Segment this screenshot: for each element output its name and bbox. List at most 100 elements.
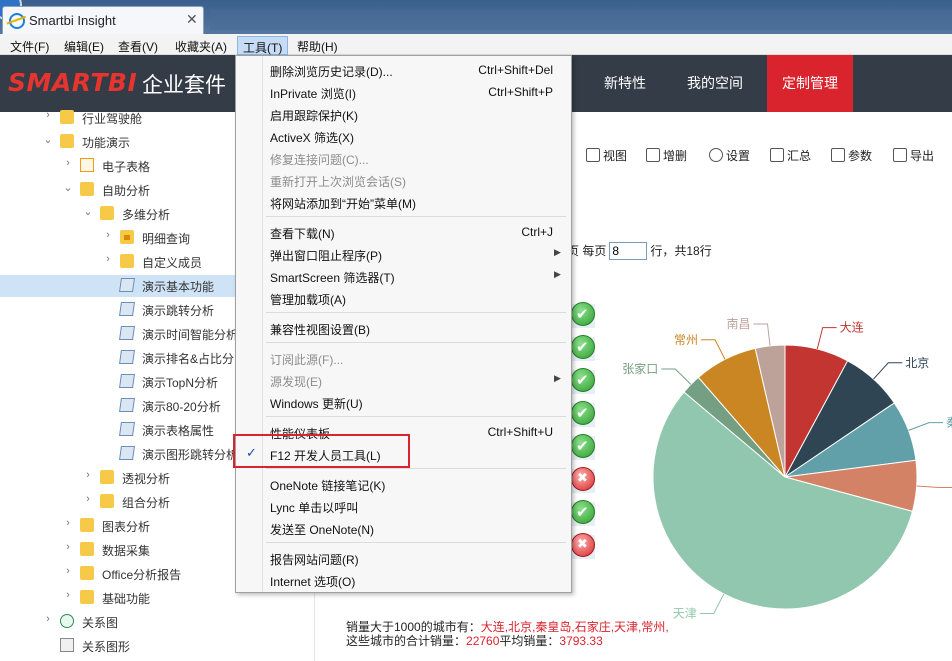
summary-button[interactable]: 汇总 <box>770 147 811 167</box>
menu-item[interactable]: 启用跟踪保护(K) <box>236 103 571 125</box>
tree-node-label: 演示排名&占比分 <box>142 352 235 366</box>
pie-label: 张家口 <box>622 361 658 376</box>
menu-item-label: SmartScreen 筛选器(T) <box>270 271 395 285</box>
nav-custom-management[interactable]: 定制管理 <box>767 55 853 112</box>
cube-icon <box>119 302 135 316</box>
menu-item[interactable]: Internet 选项(O) <box>236 569 571 591</box>
menu-item-label: 管理加载项(A) <box>270 293 346 307</box>
params-icon <box>831 148 845 162</box>
menu-item-label: Lync 单击以呼叫 <box>270 501 359 515</box>
expand-arrow-icon[interactable]: › <box>62 565 74 577</box>
menu-separator <box>266 468 566 469</box>
expand-arrow-icon[interactable]: › <box>42 109 54 121</box>
menu-item[interactable]: Lync 单击以呼叫 <box>236 495 571 517</box>
menu-item-label: Internet 选项(O) <box>270 575 356 589</box>
cross-fail-icon <box>571 467 595 491</box>
menu-item[interactable]: ActiveX 筛选(X) <box>236 125 571 147</box>
browser-tab[interactable]: Smartbi Insight ✕ <box>2 6 204 34</box>
menu-item[interactable]: InPrivate 浏览(I) Ctrl+Shift+P <box>236 81 571 103</box>
expand-arrow-icon[interactable]: › <box>82 469 94 481</box>
menu-item-label: 订阅此源(F)... <box>270 353 344 367</box>
city-sales-pie-chart: 大连北京秦皇石天津张家口常州南昌 <box>622 316 952 621</box>
pager-prefix: 页 每页 <box>567 244 607 258</box>
tree-node-label: 功能演示 <box>82 136 131 150</box>
menu-item[interactable]: OneNote 链接笔记(K) <box>236 473 571 495</box>
expand-arrow-icon[interactable]: › <box>62 589 74 601</box>
view-icon <box>586 148 600 162</box>
expand-arrow-icon[interactable]: › <box>82 493 94 505</box>
expand-arrow-icon[interactable]: › <box>102 253 114 265</box>
menu-item-shortcut: Ctrl+Shift+P <box>488 85 553 99</box>
pie-label-line <box>873 362 903 380</box>
export-button[interactable]: 导出 <box>893 147 934 167</box>
params-button[interactable]: 参数 <box>831 147 872 167</box>
tree-node-label: 明细查询 <box>142 232 191 246</box>
expand-arrow-icon[interactable]: › <box>42 613 54 625</box>
menu-item[interactable]: Windows 更新(U) <box>236 391 571 413</box>
menu-favorites[interactable]: 收藏夹(A) <box>170 36 232 55</box>
expand-arrow-icon[interactable]: › <box>62 157 74 169</box>
menu-item-label: 弹出窗口阻止程序(P) <box>270 249 382 263</box>
cube-icon <box>119 278 135 292</box>
summary-text: 销量大于1000的城市有：大连,北京,秦皇岛,石家庄,天津,常州, 这些城市的合… <box>346 620 669 648</box>
ie-icon <box>9 13 25 29</box>
expand-arrow-icon[interactable]: › <box>62 517 74 529</box>
folder-icon <box>80 590 94 604</box>
menu-item-label: 兼容性视图设置(B) <box>270 323 370 337</box>
menu-item[interactable]: 查看下载(N) Ctrl+J <box>236 221 571 243</box>
nav-my-space[interactable]: 我的空间 <box>673 55 757 112</box>
pie-label-line <box>908 422 944 431</box>
gear-icon <box>709 148 723 162</box>
menu-item: 源发现(E) ▶ <box>236 369 571 391</box>
tree-node[interactable]: 演示基本功能 <box>0 275 235 297</box>
folder-icon <box>120 254 134 268</box>
tree-node-label: 基础功能 <box>102 592 151 606</box>
folder-lock-icon <box>120 230 134 244</box>
menu-file[interactable]: 文件(F) <box>5 36 54 55</box>
tree-node-label: 组合分析 <box>122 496 171 510</box>
menu-item-label: 启用跟踪保护(K) <box>270 109 358 123</box>
menu-item[interactable]: 发送至 OneNote(N) <box>236 517 571 539</box>
nav-new-features[interactable]: 新特性 <box>585 55 665 112</box>
highlight-box <box>233 434 410 468</box>
menu-edit[interactable]: 编辑(E) <box>59 36 109 55</box>
sheet-icon <box>80 158 94 172</box>
v-icon-icon <box>60 614 74 628</box>
tree-node-label: 演示TopN分析 <box>142 376 219 390</box>
menu-item-label: 将网站添加到“开始”菜单(M) <box>270 197 416 211</box>
menu-item[interactable]: 管理加载项(A) <box>236 287 571 309</box>
menu-item-label: 修复连接问题(C)... <box>270 153 369 167</box>
pie-label-line <box>916 485 952 489</box>
menu-item[interactable]: 弹出窗口阻止程序(P) ▶ <box>236 243 571 265</box>
view-button[interactable]: 视图 <box>586 147 627 167</box>
collapse-arrow-icon[interactable]: ⌄ <box>42 133 54 146</box>
collapse-arrow-icon[interactable]: ⌄ <box>82 205 94 218</box>
menu-separator <box>266 542 566 543</box>
menu-item[interactable]: 兼容性视图设置(B) <box>236 317 571 339</box>
collapse-arrow-icon[interactable]: ⌄ <box>62 181 74 194</box>
menu-item[interactable]: 删除浏览历史记录(D)... Ctrl+Shift+Del <box>236 59 571 81</box>
menu-view[interactable]: 查看(V) <box>113 36 163 55</box>
cube-icon <box>119 374 135 388</box>
menu-help[interactable]: 帮助(H) <box>292 36 343 55</box>
menu-item[interactable]: 将网站添加到“开始”菜单(M) <box>236 191 571 213</box>
menu-bar: 文件(F) 编辑(E) 查看(V) 收藏夹(A) 工具(T) 帮助(H) <box>0 34 952 55</box>
menu-item[interactable]: SmartScreen 筛选器(T) ▶ <box>236 265 571 287</box>
pie-label-line <box>816 327 837 350</box>
menu-item-label: Windows 更新(U) <box>270 397 363 411</box>
pager-suffix: 行，共18行 <box>650 244 712 258</box>
tree-node-label: 演示时间智能分析 <box>142 328 239 342</box>
menu-item: 重新打开上次浏览会话(S) <box>236 169 571 191</box>
folder-icon <box>100 206 114 220</box>
close-tab-icon[interactable]: ✕ <box>186 11 198 28</box>
tree-node-label: 演示表格属性 <box>142 424 215 438</box>
menu-item[interactable]: 报告网站问题(R) <box>236 547 571 569</box>
page-size-input[interactable] <box>609 242 648 260</box>
add-remove-button[interactable]: 增删 <box>646 147 687 167</box>
check-ok-icon <box>571 335 595 359</box>
settings-button[interactable]: 设置 <box>709 147 750 167</box>
expand-arrow-icon[interactable]: › <box>62 541 74 553</box>
expand-arrow-icon[interactable]: › <box>102 229 114 241</box>
tab-strip <box>210 10 952 30</box>
menu-tools[interactable]: 工具(T) <box>237 36 289 55</box>
